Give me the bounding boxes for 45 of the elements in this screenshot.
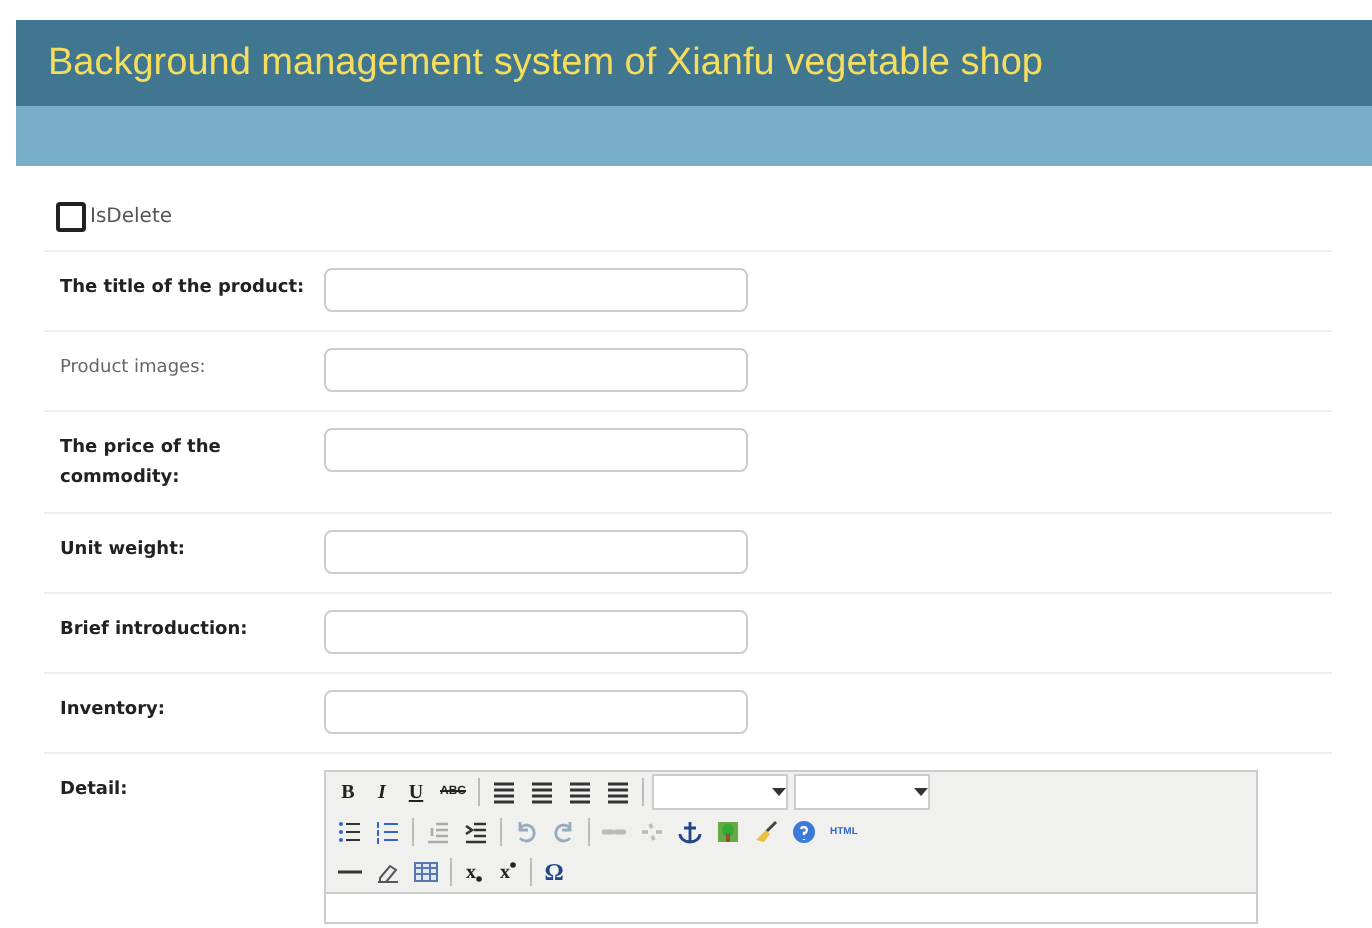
numbered-list-icon	[376, 820, 400, 844]
anchor-icon	[678, 820, 702, 844]
field-label: The title of the product:	[60, 276, 307, 302]
field-label: Inventory:	[60, 698, 168, 724]
input-field[interactable]	[324, 348, 748, 392]
input-field[interactable]	[324, 690, 748, 734]
bulleted-list-icon	[338, 820, 362, 844]
toolbar-button[interactable]	[334, 816, 366, 848]
caret-icon	[772, 788, 786, 796]
field-label: Brief introduction:	[60, 618, 250, 644]
indent-icon	[464, 820, 488, 844]
align-icon	[530, 780, 554, 804]
undo-icon	[514, 820, 538, 844]
toolbar-button[interactable]	[674, 816, 706, 848]
symbol-button[interactable]: Ω	[540, 856, 568, 888]
checkbox-label: IsDelete	[90, 206, 173, 228]
broom-icon	[754, 820, 778, 844]
italic-button[interactable]: I	[368, 776, 396, 808]
image-icon	[716, 820, 740, 844]
toolbar-button[interactable]	[712, 816, 744, 848]
superscript-button[interactable]: x	[494, 856, 522, 888]
field-label: Detail:	[60, 778, 130, 804]
outdent-icon	[426, 820, 450, 844]
input-field[interactable]	[324, 530, 748, 574]
bold-button[interactable]: B	[334, 776, 362, 808]
field-label: Unit weight:	[60, 538, 187, 564]
underline-button[interactable]: U	[402, 776, 430, 808]
field-label: The price of the commodity:	[60, 436, 223, 492]
eraser-icon	[376, 860, 400, 884]
input-field[interactable]	[324, 268, 748, 312]
checkbox[interactable]	[56, 202, 86, 232]
toolbar-button[interactable]	[372, 816, 404, 848]
table-icon	[414, 860, 438, 884]
caret-icon	[914, 788, 928, 796]
redo-icon	[552, 820, 576, 844]
site-title: Background management system of Xianfu vegetable shop	[48, 41, 1043, 85]
align-icon	[606, 780, 630, 804]
align-icon	[568, 780, 592, 804]
input-field[interactable]	[324, 610, 748, 654]
align-icon	[492, 780, 516, 804]
unlink-icon	[640, 820, 664, 844]
field-label: Product images:	[60, 356, 208, 382]
help-icon	[792, 820, 816, 844]
subscript-button[interactable]: x	[460, 856, 488, 888]
input-field[interactable]	[324, 428, 748, 472]
